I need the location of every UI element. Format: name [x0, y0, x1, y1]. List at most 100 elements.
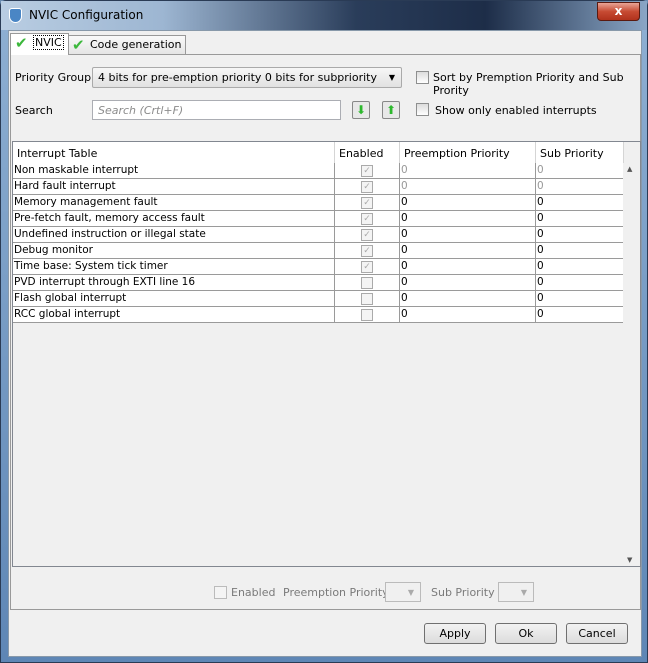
- search-previous-button[interactable]: ⬆: [382, 101, 400, 119]
- preemption-cell[interactable]: 0: [400, 211, 536, 226]
- sub-priority-select[interactable]: ▼: [498, 582, 534, 602]
- sub-priority-cell[interactable]: 0: [536, 259, 624, 274]
- enabled-checkbox[interactable]: [361, 293, 373, 305]
- column-header-interrupt[interactable]: Interrupt Table: [13, 142, 335, 163]
- scroll-down-icon[interactable]: ▼: [627, 556, 632, 564]
- enabled-checkbox[interactable]: ✓: [361, 197, 373, 209]
- search-next-button[interactable]: ⬇: [352, 101, 370, 119]
- table-row[interactable]: PVD interrupt through EXTI line 16 0 0: [13, 275, 624, 291]
- sub-priority-cell[interactable]: 0: [536, 195, 624, 210]
- preemption-cell[interactable]: 0: [400, 179, 536, 194]
- enabled-cell[interactable]: ✓: [335, 243, 400, 258]
- enabled-cell[interactable]: ✓: [335, 195, 400, 210]
- close-button[interactable]: x: [597, 2, 640, 21]
- interrupt-name-cell[interactable]: Memory management fault: [13, 195, 335, 210]
- table-row[interactable]: RCC global interrupt 0 0: [13, 307, 624, 323]
- apply-button[interactable]: Apply: [424, 623, 486, 644]
- sub-priority-cell[interactable]: 0: [536, 227, 624, 242]
- window-title: NVIC Configuration: [29, 8, 144, 22]
- table-row[interactable]: Undefined instruction or illegal state ✓ 0…: [13, 227, 624, 243]
- preemption-cell[interactable]: 0: [400, 243, 536, 258]
- checkmark-icon: ✓: [363, 166, 371, 176]
- ok-button[interactable]: Ok: [495, 623, 557, 644]
- table-row[interactable]: Memory management fault ✓ 0 0: [13, 195, 624, 211]
- enabled-cell[interactable]: [335, 307, 400, 322]
- enabled-checkbox[interactable]: ✓: [361, 165, 373, 177]
- chevron-down-icon: ▼: [520, 588, 527, 597]
- checkmark-icon: ✓: [363, 214, 371, 224]
- preemption-cell[interactable]: 0: [400, 227, 536, 242]
- interrupt-name-cell[interactable]: RCC global interrupt: [13, 307, 335, 322]
- tab-code-generation[interactable]: ✔ Code generation: [67, 35, 187, 55]
- column-header-enabled[interactable]: Enabled: [335, 142, 400, 163]
- enabled-checkbox[interactable]: ✓: [361, 261, 373, 273]
- sub-priority-cell[interactable]: 0: [536, 163, 624, 178]
- preemption-cell[interactable]: 0: [400, 195, 536, 210]
- search-input[interactable]: Search (Crtl+F): [92, 100, 341, 120]
- table-row[interactable]: Non maskable interrupt ✓ 0 0: [13, 163, 624, 179]
- dialog-body: ✔ NVIC ✔ Code generation Priority Group …: [8, 30, 642, 657]
- bottom-enabled-label: Enabled: [231, 586, 276, 599]
- enabled-checkbox[interactable]: ✓: [361, 245, 373, 257]
- enabled-cell[interactable]: ✓: [335, 179, 400, 194]
- interrupt-name-cell[interactable]: Hard fault interrupt: [13, 179, 335, 194]
- arrow-up-icon: ⬆: [385, 103, 397, 117]
- table-row[interactable]: Flash global interrupt 0 0: [13, 291, 624, 307]
- preemption-cell[interactable]: 0: [400, 307, 536, 322]
- tab-nvic[interactable]: ✔ NVIC: [10, 33, 69, 55]
- enabled-cell[interactable]: ✓: [335, 163, 400, 178]
- interrupt-name-cell[interactable]: Flash global interrupt: [13, 291, 335, 306]
- sub-priority-cell[interactable]: 0: [536, 291, 624, 306]
- interrupt-name-cell[interactable]: PVD interrupt through EXTI line 16: [13, 275, 335, 290]
- interrupt-name-cell[interactable]: Pre-fetch fault, memory access fault: [13, 211, 335, 226]
- table-row[interactable]: Debug monitor ✓ 0 0: [13, 243, 624, 259]
- checkmark-icon: ✓: [363, 182, 371, 192]
- interrupt-name-cell[interactable]: Time base: System tick timer: [13, 259, 335, 274]
- enabled-cell[interactable]: [335, 275, 400, 290]
- bottom-preemption-label: Preemption Priority: [283, 586, 389, 599]
- vertical-scrollbar[interactable]: ▲ ▼: [623, 163, 640, 566]
- header-corner: [624, 142, 640, 163]
- interrupt-name-cell[interactable]: Debug monitor: [13, 243, 335, 258]
- enabled-cell[interactable]: ✓: [335, 259, 400, 274]
- priority-group-value: 4 bits for pre-emption priority 0 bits f…: [98, 71, 377, 84]
- enabled-checkbox[interactable]: ✓: [361, 181, 373, 193]
- priority-group-select[interactable]: 4 bits for pre-emption priority 0 bits f…: [92, 67, 402, 88]
- preemption-priority-select[interactable]: ▼: [385, 582, 421, 602]
- column-header-preemption[interactable]: Preemption Priority: [400, 142, 536, 163]
- check-icon: ✔: [15, 34, 28, 52]
- sub-priority-cell[interactable]: 0: [536, 211, 624, 226]
- table-row[interactable]: Time base: System tick timer ✓ 0 0: [13, 259, 624, 275]
- preemption-cell[interactable]: 0: [400, 163, 536, 178]
- sub-priority-cell[interactable]: 0: [536, 179, 624, 194]
- sort-checkbox-label: Sort by Premption Priority and Sub Prori…: [433, 71, 624, 97]
- show-enabled-checkbox[interactable]: [416, 103, 429, 116]
- table-row[interactable]: Pre-fetch fault, memory access fault ✓ 0 0: [13, 211, 624, 227]
- nvic-panel: Priority Group 4 bits for pre-emption pr…: [10, 54, 641, 610]
- enabled-cell[interactable]: [335, 291, 400, 306]
- column-header-sub-priority[interactable]: Sub Priority: [536, 142, 624, 163]
- sub-priority-cell[interactable]: 0: [536, 307, 624, 322]
- priority-group-label: Priority Group: [15, 71, 92, 84]
- enabled-checkbox[interactable]: [361, 309, 373, 321]
- enabled-cell[interactable]: ✓: [335, 211, 400, 226]
- interrupt-name-cell[interactable]: Non maskable interrupt: [13, 163, 335, 178]
- scroll-up-icon[interactable]: ▲: [627, 165, 632, 173]
- sub-priority-cell[interactable]: 0: [536, 243, 624, 258]
- enabled-checkbox[interactable]: ✓: [361, 213, 373, 225]
- cancel-button[interactable]: Cancel: [566, 623, 628, 644]
- enabled-cell[interactable]: ✓: [335, 227, 400, 242]
- table-row[interactable]: Hard fault interrupt ✓ 0 0: [13, 179, 624, 195]
- preemption-cell[interactable]: 0: [400, 275, 536, 290]
- sub-priority-cell[interactable]: 0: [536, 275, 624, 290]
- bottom-enabled-checkbox[interactable]: [214, 586, 227, 599]
- interrupt-name-cell[interactable]: Undefined instruction or illegal state: [13, 227, 335, 242]
- preemption-cell[interactable]: 0: [400, 291, 536, 306]
- sort-checkbox[interactable]: [416, 71, 429, 84]
- preemption-cell[interactable]: 0: [400, 259, 536, 274]
- search-label: Search: [15, 104, 53, 117]
- enabled-checkbox[interactable]: [361, 277, 373, 289]
- title-bar[interactable]: NVIC Configuration x: [1, 1, 647, 30]
- bottom-sub-priority-label: Sub Priority: [431, 586, 495, 599]
- enabled-checkbox[interactable]: ✓: [361, 229, 373, 241]
